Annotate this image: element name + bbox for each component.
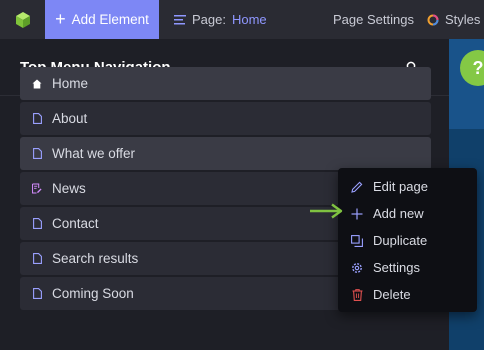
logo[interactable] (0, 0, 45, 39)
plus-icon: + (55, 8, 66, 29)
menu-item-label: Home (52, 76, 89, 91)
arrow-right-icon (310, 203, 343, 219)
blog-icon (32, 183, 42, 195)
page-settings-button[interactable]: Page Settings (319, 0, 427, 39)
context-menu-edit-page[interactable]: Edit page (338, 173, 477, 200)
help-label: ? (472, 57, 484, 78)
page-icon (32, 113, 42, 125)
styles-label: Styles (445, 12, 481, 27)
page-selector[interactable]: Page: Home (159, 0, 319, 39)
context-menu-label: Add new (373, 206, 424, 221)
page-label: Page: (192, 12, 226, 27)
styles-button[interactable]: Styles (427, 0, 480, 39)
context-menu-label: Delete (373, 287, 411, 302)
context-menu-delete[interactable]: Delete (338, 281, 477, 308)
home-icon (32, 78, 42, 90)
context-menu-settings[interactable]: Settings (338, 254, 477, 281)
menu-item-what-we-offer[interactable]: What we offer (20, 137, 431, 170)
page-settings-label: Page Settings (333, 12, 414, 27)
page-icon (32, 253, 42, 265)
add-element-label: Add Element (71, 12, 149, 27)
plus-icon (351, 208, 363, 220)
gear-icon (351, 262, 363, 274)
page-value: Home (231, 12, 267, 27)
page-icon (32, 218, 42, 230)
page-icon (32, 288, 42, 300)
context-menu-add-new[interactable]: Add new (338, 200, 477, 227)
add-element-button[interactable]: + Add Element (45, 0, 159, 39)
pencil-icon (351, 181, 363, 193)
context-menu-label: Duplicate (373, 233, 428, 248)
top-toolbar: + Add Element Page: Home Page Settings S… (0, 0, 484, 39)
menu-item-label: Coming Soon (52, 286, 134, 301)
menu-item-label: About (52, 111, 88, 126)
menu-item-label: Contact (52, 216, 99, 231)
page-icon (32, 148, 42, 160)
menu-lines-icon (174, 14, 186, 24)
context-menu-label: Edit page (373, 179, 428, 194)
duplicate-icon (351, 234, 363, 247)
menu-item-home[interactable]: Home (20, 67, 431, 100)
color-wheel-icon (427, 14, 439, 25)
context-menu-label: Settings (373, 260, 420, 275)
context-menu-duplicate[interactable]: Duplicate (338, 227, 477, 254)
menu-item-about[interactable]: About (20, 102, 431, 135)
menu-item-label: What we offer (52, 146, 136, 161)
trash-icon (351, 288, 363, 301)
context-menu: Edit page Add new Duplicate Settings Del… (338, 168, 477, 312)
menu-item-label: News (52, 181, 86, 196)
menu-item-label: Search results (52, 251, 139, 266)
cube-logo-icon (15, 11, 30, 28)
